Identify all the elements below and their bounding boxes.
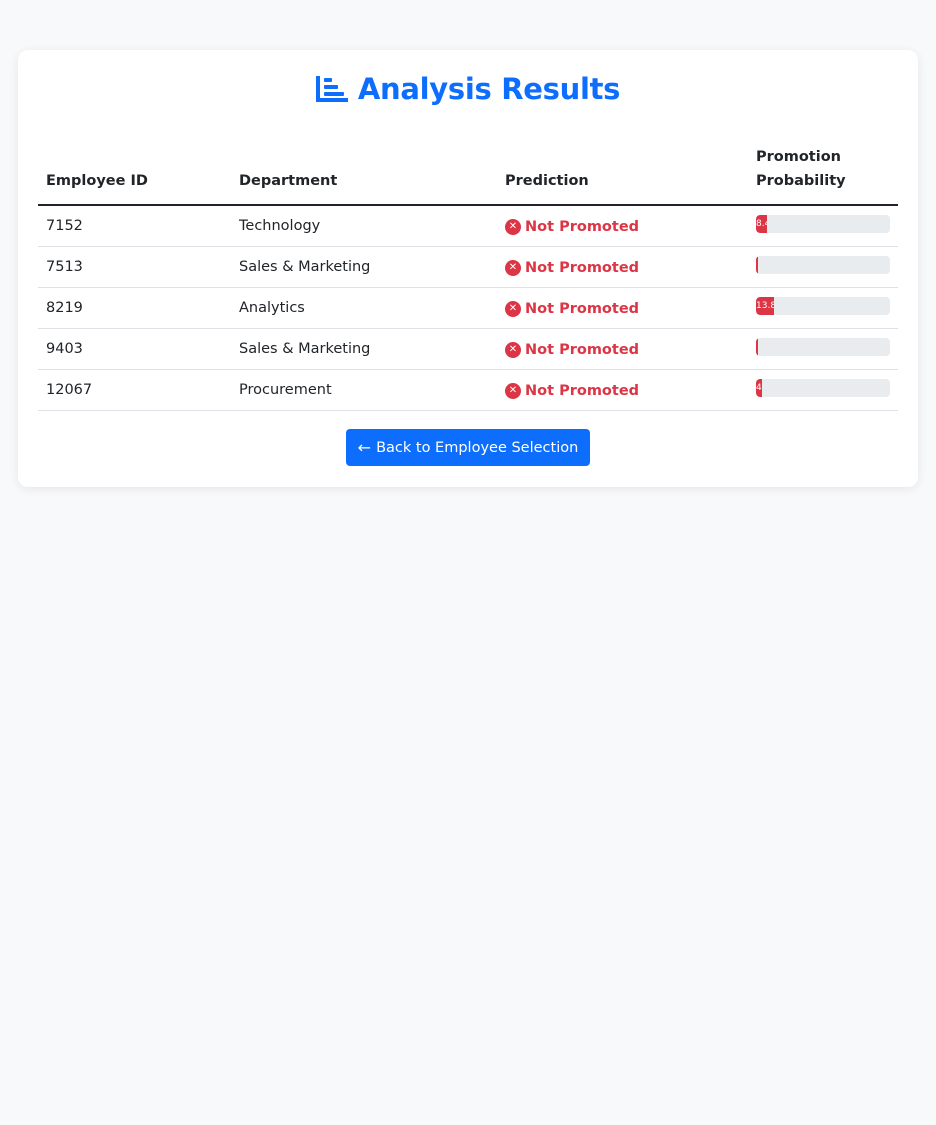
department-cell: Analytics	[231, 287, 497, 329]
prediction-badge: ✕ Not Promoted	[505, 219, 639, 235]
employee-id-cell: 8219	[38, 287, 231, 329]
probability-bar: 13.8	[756, 297, 890, 315]
probability-bar-fill	[756, 256, 758, 274]
table-row: 9403 Sales & Marketing ✕ Not Promoted	[38, 328, 898, 370]
back-button-label: Back to Employee Selection	[376, 439, 579, 456]
employee-id-cell: 7513	[38, 246, 231, 288]
page-title: Analysis Results	[357, 72, 621, 106]
table-header-row: Employee ID Department Prediction Promot…	[38, 145, 898, 206]
arrow-left-icon: ←	[357, 438, 372, 457]
x-circle-icon: ✕	[505, 342, 521, 358]
probability-bar: 8.4	[756, 215, 890, 233]
employee-id-cell: 9403	[38, 328, 231, 370]
prediction-label: Not Promoted	[525, 301, 640, 317]
probability-bar	[756, 338, 890, 356]
prediction-label: Not Promoted	[525, 260, 640, 276]
prediction-cell: ✕ Not Promoted	[497, 328, 748, 370]
probability-bar-fill	[756, 338, 758, 356]
department-cell: Procurement	[231, 369, 497, 411]
results-card: Analysis Results Employee ID Department …	[18, 50, 918, 487]
back-to-selection-button[interactable]: ← Back to Employee Selection	[346, 429, 590, 466]
table-row: 12067Procurement ✕Not Promoted 4.5	[38, 369, 898, 411]
column-header-prediction: Prediction	[497, 145, 748, 206]
probability-bar-fill: 8.4	[756, 215, 768, 233]
probability-cell	[748, 328, 898, 370]
prediction-cell: ✕ Not Promoted	[497, 287, 748, 329]
probability-cell: 4.5	[748, 369, 898, 411]
probability-cell: 8.4	[748, 205, 898, 247]
probability-bar-fill: 4.5	[756, 379, 763, 397]
x-circle-icon: ✕	[505, 219, 521, 235]
x-circle-icon: ✕	[505, 383, 521, 399]
probability-bar	[756, 256, 890, 274]
prediction-badge: ✕ Not Promoted	[505, 301, 639, 317]
x-circle-icon: ✕	[505, 260, 521, 276]
table-row: 7152Technology ✕Not Promoted 8.4	[38, 205, 898, 247]
table-row: 8219 Analytics ✕ Not Promoted 13.8	[38, 287, 898, 329]
prediction-label: Not Promoted	[525, 219, 640, 235]
department-cell: Sales & Marketing	[231, 328, 497, 370]
column-header-probability: Promotion Probability	[748, 145, 898, 206]
prediction-cell: ✕ Not Promoted	[497, 369, 748, 411]
department-cell: Technology	[231, 205, 497, 247]
prediction-badge: ✕ Not Promoted	[505, 342, 639, 358]
page-title-row: Analysis Results	[18, 72, 918, 106]
prediction-cell: ✕ Not Promoted	[497, 205, 748, 247]
bar-chart-icon	[315, 76, 348, 102]
prediction-label: Not Promoted	[525, 342, 640, 358]
prediction-badge: ✕ Not Promoted	[505, 260, 639, 276]
column-header-employee-id: Employee ID	[38, 145, 231, 206]
table-row: 7513 Sales & Marketing ✕ Not Promoted	[38, 246, 898, 288]
prediction-cell: ✕ Not Promoted	[497, 246, 748, 288]
probability-bar: 4.5	[756, 379, 890, 397]
probability-bar-fill: 13.8	[756, 297, 775, 315]
probability-cell: 13.8	[748, 287, 898, 329]
results-table: Employee ID Department Prediction Promot…	[38, 145, 898, 411]
prediction-badge: ✕ Not Promoted	[505, 383, 639, 399]
department-cell: Sales & Marketing	[231, 246, 497, 288]
prediction-label: Not Promoted	[525, 383, 640, 399]
employee-id-cell: 12067	[38, 369, 231, 411]
probability-cell	[748, 246, 898, 288]
employee-id-cell: 7152	[38, 205, 231, 247]
column-header-department: Department	[231, 145, 497, 206]
x-circle-icon: ✕	[505, 301, 521, 317]
